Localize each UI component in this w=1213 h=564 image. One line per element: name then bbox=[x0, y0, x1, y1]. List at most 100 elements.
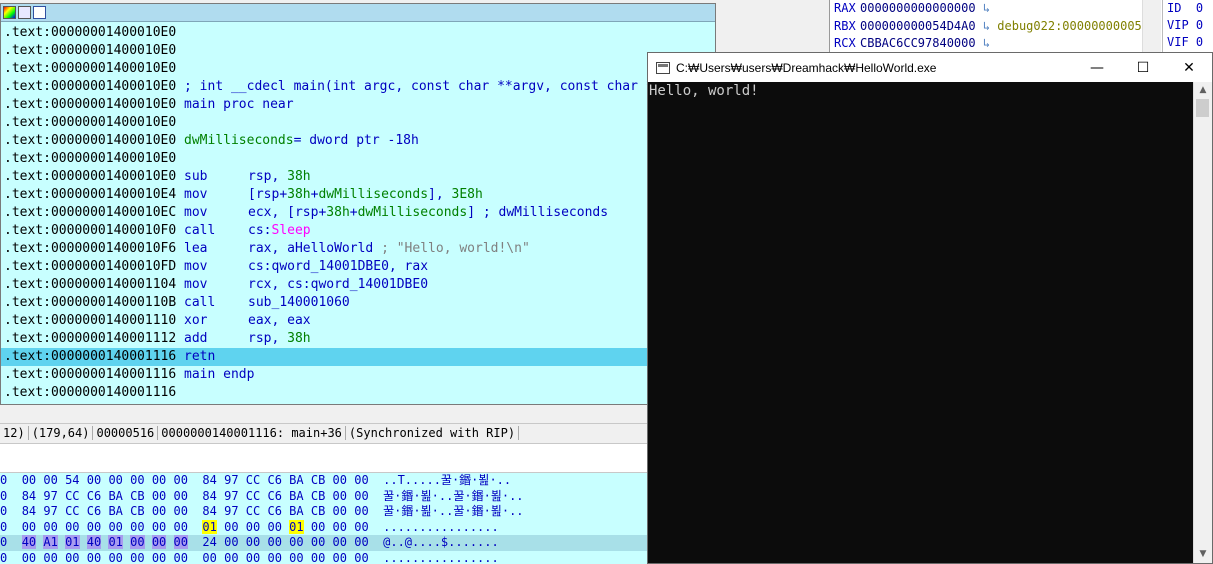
disasm-line[interactable]: .text:00000001400010E0 bbox=[1, 150, 715, 168]
flag-row[interactable]: VIF 0 bbox=[1163, 34, 1213, 51]
disasm-line[interactable]: .text:00000001400010E0 bbox=[1, 24, 715, 42]
console-window[interactable]: C:₩Users₩users₩Dreamhack₩HelloWorld.exe … bbox=[647, 52, 1213, 564]
flag-row[interactable]: ID 0 bbox=[1163, 0, 1213, 17]
hex-byte[interactable]: 00 bbox=[224, 520, 238, 534]
hex-byte[interactable]: 00 bbox=[43, 473, 57, 487]
hex-byte[interactable]: 00 bbox=[354, 551, 368, 564]
hex-byte[interactable]: C6 bbox=[267, 504, 281, 518]
hex-row[interactable]: 0 00 00 00 00 00 00 00 00 00 00 00 00 00… bbox=[0, 551, 648, 564]
hex-byte[interactable]: 24 bbox=[202, 535, 216, 549]
hex-byte[interactable]: 00 bbox=[267, 535, 281, 549]
hex-byte[interactable]: 00 bbox=[354, 535, 368, 549]
hex-byte[interactable]: 00 bbox=[152, 473, 166, 487]
scroll-up-icon[interactable]: ▲ bbox=[1194, 82, 1212, 99]
hex-byte[interactable]: 97 bbox=[224, 504, 238, 518]
hex-byte[interactable]: 00 bbox=[354, 504, 368, 518]
jump-arrow-icon[interactable]: ↳ bbox=[976, 19, 998, 33]
hex-byte[interactable]: 00 bbox=[311, 520, 325, 534]
hex-byte[interactable]: 00 bbox=[130, 535, 145, 549]
hex-byte[interactable]: 00 bbox=[267, 551, 281, 564]
hex-byte[interactable]: 54 bbox=[65, 473, 79, 487]
scroll-down-icon[interactable]: ▼ bbox=[1194, 546, 1212, 563]
disasm-line[interactable]: .text:0000000140001104 mov rcx, cs:qword_… bbox=[1, 276, 715, 294]
hex-byte[interactable]: 00 bbox=[87, 520, 101, 534]
hex-byte[interactable]: 84 bbox=[202, 473, 216, 487]
disasm-line[interactable]: .text:00000001400010FD mov cs:qword_14001… bbox=[1, 258, 715, 276]
disasm-line[interactable]: .text:0000000140001116 retn bbox=[1, 348, 715, 366]
hex-byte[interactable]: 00 bbox=[224, 551, 238, 564]
hex-byte[interactable]: CC bbox=[246, 504, 260, 518]
hex-byte[interactable]: 00 bbox=[151, 535, 167, 549]
disasm-line[interactable]: .text:00000001400010E0 ; int __cdecl mai… bbox=[1, 78, 715, 96]
disasm-line[interactable]: .text:00000001400010E0 bbox=[1, 42, 715, 60]
hex-byte[interactable]: BA bbox=[289, 473, 303, 487]
hex-byte[interactable]: 40 bbox=[86, 535, 102, 549]
hex-byte[interactable]: 01 bbox=[65, 535, 80, 549]
hex-row[interactable]: 0 00 00 54 00 00 00 00 00 84 97 CC C6 BA… bbox=[0, 473, 648, 489]
hex-byte[interactable]: 00 bbox=[354, 473, 368, 487]
hex-byte[interactable]: 00 bbox=[333, 535, 347, 549]
disasm-line[interactable]: .text:00000001400010E0 bbox=[1, 60, 715, 78]
disasm-line[interactable]: .text:00000001400010E0 sub rsp, 38h bbox=[1, 168, 715, 186]
edit-icon[interactable] bbox=[18, 6, 31, 19]
hex-byte[interactable]: 01 bbox=[108, 535, 123, 549]
hex-byte[interactable]: 00 bbox=[174, 520, 188, 534]
hex-byte[interactable]: 00 bbox=[246, 551, 260, 564]
hex-byte[interactable]: CB bbox=[130, 504, 144, 518]
hex-row[interactable]: 0 00 00 00 00 00 00 00 00 01 00 00 00 01… bbox=[0, 519, 648, 536]
hex-byte[interactable]: BA bbox=[108, 504, 122, 518]
flag-row[interactable]: VIP 0 bbox=[1163, 17, 1213, 34]
hex-byte[interactable]: 00 bbox=[173, 535, 188, 549]
hex-byte[interactable]: 00 bbox=[65, 551, 79, 564]
hex-byte[interactable]: 40 bbox=[21, 535, 37, 549]
disasm-line[interactable]: .text:000000014000110B call sub_140001060 bbox=[1, 294, 715, 312]
hex-byte[interactable]: 00 bbox=[43, 520, 57, 534]
hex-row[interactable]: 0 40 A1 01 40 01 00 00 00 24 00 00 00 00… bbox=[0, 535, 648, 551]
disasm-line[interactable]: .text:0000000140001116 bbox=[1, 384, 715, 402]
minimize-button[interactable]: — bbox=[1074, 53, 1120, 82]
hex-byte[interactable]: 00 bbox=[246, 535, 260, 549]
hex-byte[interactable]: 00 bbox=[65, 520, 79, 534]
hex-byte[interactable]: CB bbox=[311, 473, 325, 487]
hex-row[interactable]: 0 84 97 CC C6 BA CB 00 00 84 97 CC C6 BA… bbox=[0, 489, 648, 505]
scroll-thumb[interactable] bbox=[1196, 99, 1209, 117]
disasm-line[interactable]: .text:00000001400010F6 lea rax, aHelloWor… bbox=[1, 240, 715, 258]
hex-byte[interactable]: 00 bbox=[43, 551, 57, 564]
disasm-line[interactable]: .text:0000000140001116 main endp bbox=[1, 366, 715, 384]
hex-byte[interactable]: 00 bbox=[152, 551, 166, 564]
hex-byte[interactable]: 00 bbox=[333, 473, 347, 487]
hex-byte[interactable]: 00 bbox=[22, 520, 36, 534]
disasm-line[interactable]: .text:0000000140001112 add rsp, 38h bbox=[1, 330, 715, 348]
hex-byte[interactable]: CC bbox=[246, 473, 260, 487]
hex-byte[interactable]: 00 bbox=[108, 473, 122, 487]
hex-byte[interactable]: BA bbox=[108, 489, 122, 503]
hex-byte[interactable]: 00 bbox=[130, 551, 144, 564]
hex-byte[interactable]: CC bbox=[246, 489, 260, 503]
disasm-line[interactable]: .text:0000000140001110 xor eax, eax bbox=[1, 312, 715, 330]
hex-byte[interactable]: 00 bbox=[130, 520, 144, 534]
maximize-button[interactable]: ☐ bbox=[1120, 53, 1166, 82]
hex-byte[interactable]: 97 bbox=[43, 504, 57, 518]
hex-byte[interactable]: 00 bbox=[311, 535, 325, 549]
hex-byte[interactable]: 00 bbox=[22, 551, 36, 564]
hex-byte[interactable]: 00 bbox=[311, 551, 325, 564]
hex-byte[interactable]: 00 bbox=[87, 473, 101, 487]
hex-byte[interactable]: 00 bbox=[333, 520, 347, 534]
close-button[interactable]: ✕ bbox=[1166, 53, 1212, 82]
console-scrollbar[interactable]: ▲ ▼ bbox=[1193, 82, 1212, 563]
hex-byte[interactable]: C6 bbox=[267, 473, 281, 487]
hex-byte[interactable]: 00 bbox=[354, 489, 368, 503]
hex-byte[interactable]: 84 bbox=[22, 504, 36, 518]
hex-byte[interactable]: 84 bbox=[202, 489, 216, 503]
hex-byte[interactable]: 00 bbox=[174, 489, 188, 503]
hex-byte[interactable]: 97 bbox=[224, 473, 238, 487]
hex-byte[interactable]: 00 bbox=[333, 489, 347, 503]
hex-view[interactable]: 0 00 00 54 00 00 00 00 00 84 97 CC C6 BA… bbox=[0, 473, 648, 564]
hex-byte[interactable]: 01 bbox=[289, 519, 304, 534]
hex-byte[interactable]: C6 bbox=[87, 489, 101, 503]
color-palette-icon[interactable] bbox=[3, 6, 16, 19]
hex-byte[interactable]: A1 bbox=[43, 535, 58, 549]
hex-byte[interactable]: C6 bbox=[267, 489, 281, 503]
hex-byte[interactable]: 00 bbox=[174, 504, 188, 518]
hex-byte[interactable]: 00 bbox=[267, 520, 281, 534]
